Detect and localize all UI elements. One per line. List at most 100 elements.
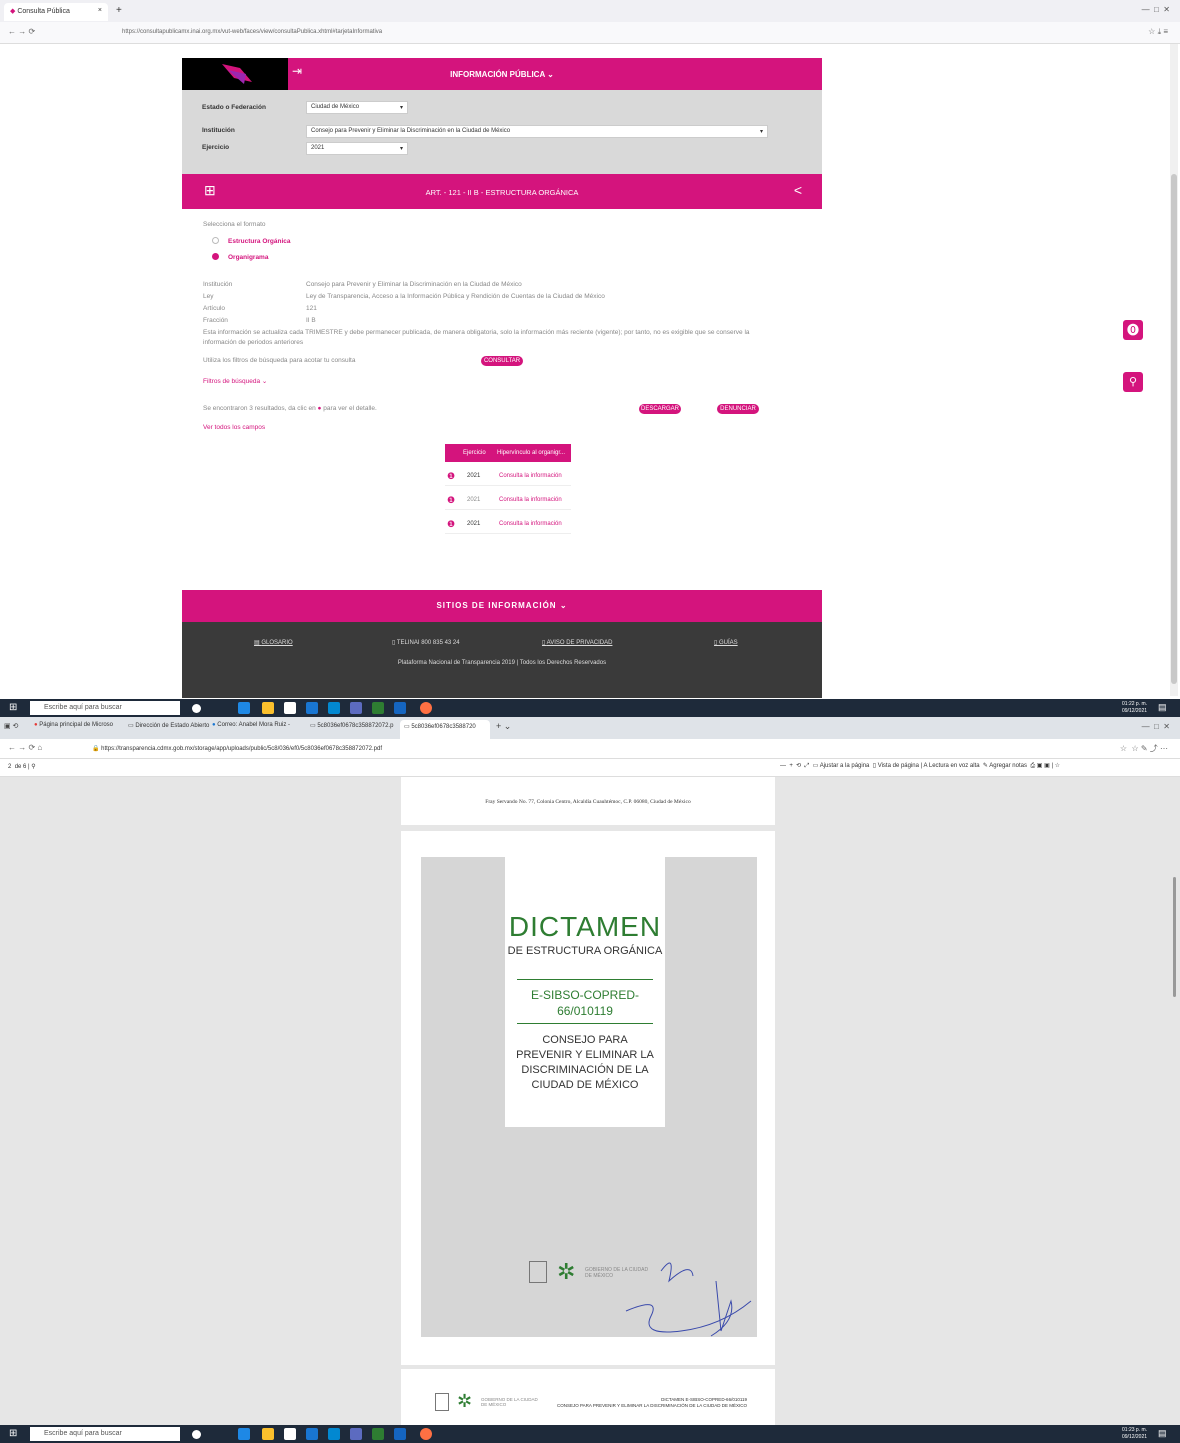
word-icon[interactable] — [394, 1428, 406, 1440]
explorer-icon[interactable] — [262, 702, 274, 714]
notifications-icon[interactable]: ▤ — [1158, 702, 1167, 713]
doc-subtitle: DE ESTRUCTURA ORGÁNICA — [507, 945, 663, 957]
footer-title[interactable]: SITIOS DE INFORMACIÓN ⌄ — [182, 601, 822, 610]
info-icon[interactable]: ❶ — [447, 471, 455, 482]
institution-select[interactable]: Consejo para Prevenir y Eliminar la Disc… — [306, 125, 768, 138]
browser-tab[interactable]: ◆ Consulta Pública × — [4, 3, 108, 21]
top-screenshot: ◆ Consulta Pública × + — □ ✕ ← → ⟳ https… — [0, 0, 1180, 717]
window-controls[interactable]: — □ ✕ — [1142, 5, 1170, 14]
toolbar-icons[interactable]: ☆ ⤓ ≡ — [1148, 27, 1168, 37]
share-icon[interactable]: < — [794, 182, 802, 198]
url-field[interactable]: https://consultapublicamx.inai.org.mx/vu… — [116, 26, 1036, 40]
denunciar-button[interactable]: DENUNCIAR — [717, 404, 759, 414]
header-title[interactable]: INFORMACIÓN PÚBLICA ⌄ — [182, 70, 822, 79]
guias-link[interactable]: ▯ GUÍAS — [714, 639, 738, 646]
article-title: ART. - 121 - II B - ESTRUCTURA ORGÁNICA — [425, 188, 579, 197]
word-icon[interactable] — [394, 702, 406, 714]
year-select[interactable]: 2021 ▾ — [306, 142, 408, 155]
ver-todos-link[interactable]: Ver todos los campos — [203, 424, 265, 431]
cdmx-logo-icon: ✲ — [557, 1259, 576, 1284]
row-year: 2021 — [467, 473, 481, 479]
row-link[interactable]: Consulta la información — [499, 497, 562, 503]
pdf-page-next: ✲ GOBIERNO DE LA CIUDAD DE MÉXICO DICTAM… — [401, 1369, 775, 1425]
option-estructura-label[interactable]: Estructura Orgánica — [228, 238, 291, 245]
row-link[interactable]: Consulta la información — [499, 521, 562, 527]
cdmx-logo-icon: ✲ — [457, 1391, 473, 1411]
taskbar-search[interactable]: Escribe aquí para buscar — [30, 1427, 180, 1441]
scrollbar-thumb[interactable] — [1171, 174, 1177, 684]
tab-title: Consulta Pública — [17, 8, 70, 15]
nav-icons[interactable]: ← → ⟳ ⌂ — [8, 743, 42, 752]
edge-icon[interactable] — [238, 702, 250, 714]
info-value: II B — [306, 317, 316, 324]
option-organigrama-label[interactable]: Organigrama — [228, 254, 268, 261]
table-header: Ejercicio Hipervínculo al organigr... — [445, 444, 571, 462]
doc-org: CONSEJO PARA PREVENIR Y ELIMINAR LA DISC… — [516, 1034, 654, 1091]
page-indicator[interactable]: 2 de 6 | ⚲ — [8, 763, 36, 770]
page-footer-text: DICTAMEN E-SIBSO-COPRED-66/010119 CONSEJO… — [556, 1397, 747, 1408]
edge-new-icon[interactable] — [328, 1428, 340, 1440]
clock[interactable]: 01:23 p. m. 09/12/2021 — [1122, 1427, 1147, 1441]
scrollbar[interactable] — [1170, 44, 1178, 696]
scrollbar[interactable] — [1172, 777, 1178, 1423]
clock[interactable]: 01:22 p. m. 09/12/2021 — [1122, 701, 1147, 715]
notifications-icon[interactable]: ▤ — [1158, 1428, 1167, 1439]
telinai-text: ▯ TELINAI 800 835 43 24 — [392, 640, 460, 646]
alert-icon[interactable]: ⓿ — [1123, 320, 1143, 340]
state-select[interactable]: Ciudad de México ▾ — [306, 101, 408, 114]
edge-tab[interactable]: ▭ 5c8036ef0678c358872072.p — [310, 722, 393, 729]
consultar-button[interactable]: CONSULTAR — [481, 356, 523, 366]
cortana-icon[interactable] — [192, 1430, 201, 1439]
taskbar-search[interactable]: Escribe aquí para buscar — [30, 701, 180, 715]
cortana-icon[interactable] — [192, 704, 201, 713]
mail-icon[interactable] — [306, 1428, 318, 1440]
pdf-tools[interactable]: — + ⟲ ⤢ ▭ Ajustar a la página ▯ Vista de… — [780, 762, 1060, 770]
radio-estructura[interactable] — [212, 237, 219, 244]
glosario-link[interactable]: ▤ GLOSARIO — [254, 639, 293, 646]
footer-header: SITIOS DE INFORMACIÓN ⌄ — [182, 590, 822, 622]
filtros-link[interactable]: Filtros de búsqueda ⌄ — [203, 377, 267, 385]
windows-start-icon[interactable]: ⊞ — [9, 1428, 17, 1439]
info-icon[interactable]: ❶ — [447, 519, 455, 530]
mail-icon[interactable] — [306, 702, 318, 714]
new-tab-button[interactable]: + ⌄ — [496, 721, 511, 732]
edge-tab[interactable]: ● Correo: Anabel Mora Ruiz - — [212, 722, 290, 728]
search-icon[interactable]: ⚲ — [1123, 372, 1143, 392]
teams-icon[interactable] — [350, 1428, 362, 1440]
firefox-icon[interactable] — [420, 1428, 432, 1440]
windows-start-icon[interactable]: ⊞ — [9, 702, 17, 713]
table-row: ❶ 2021 Consulta la información — [445, 490, 571, 510]
tab-actions-icon[interactable]: ▣ ⟲ — [4, 722, 18, 730]
results-text: Se encontraron 3 resultados, da clic en … — [203, 405, 377, 412]
radio-organigrama[interactable] — [212, 253, 219, 260]
store-icon[interactable] — [284, 702, 296, 714]
firefox-icon[interactable] — [420, 702, 432, 714]
toolbar-icons[interactable]: ☆ ☆ ✎ ⤴ ⋯ — [1120, 743, 1168, 754]
edge-tab[interactable]: ● Página principal de Microso — [34, 722, 113, 728]
chevron-down-icon: ▾ — [399, 105, 403, 111]
store-icon[interactable] — [284, 1428, 296, 1440]
window-controls[interactable]: — □ ✕ — [1142, 722, 1170, 731]
close-icon[interactable]: × — [98, 7, 102, 14]
descargar-button[interactable]: DESCARGAR — [639, 404, 681, 414]
nav-icons[interactable]: ← → ⟳ — [8, 27, 35, 36]
edge-icon[interactable] — [238, 1428, 250, 1440]
info-icon: ● — [317, 405, 322, 412]
excel-icon[interactable] — [372, 1428, 384, 1440]
row-year: 2021 — [467, 521, 481, 527]
pdf-page-prev: Fray Servando No. 77, Colonia Centro, Al… — [401, 777, 775, 825]
pdf-toolbar: 2 de 6 | ⚲ — + ⟲ ⤢ ▭ Ajustar a la página… — [0, 759, 1180, 777]
url-field[interactable]: 🔒 https://transparencia.cdmx.gob.mx/stor… — [86, 743, 1046, 755]
teams-icon[interactable] — [350, 702, 362, 714]
edge-tab-active[interactable]: ▭ 5c8036ef0678c3588720 — [400, 720, 490, 739]
scrollbar-thumb[interactable] — [1173, 877, 1176, 997]
explorer-icon[interactable] — [262, 1428, 274, 1440]
new-tab-button[interactable]: + — [116, 5, 122, 16]
info-icon[interactable]: ❶ — [447, 495, 455, 506]
edge-tab[interactable]: ▭ Dirección de Estado Abierto — [128, 722, 209, 729]
excel-icon[interactable] — [372, 702, 384, 714]
edge-new-icon[interactable] — [328, 702, 340, 714]
aviso-link[interactable]: ▯ AVISO DE PRIVACIDAD — [542, 639, 612, 646]
row-link[interactable]: Consulta la información — [499, 473, 562, 479]
tab-bar — [0, 0, 1180, 22]
